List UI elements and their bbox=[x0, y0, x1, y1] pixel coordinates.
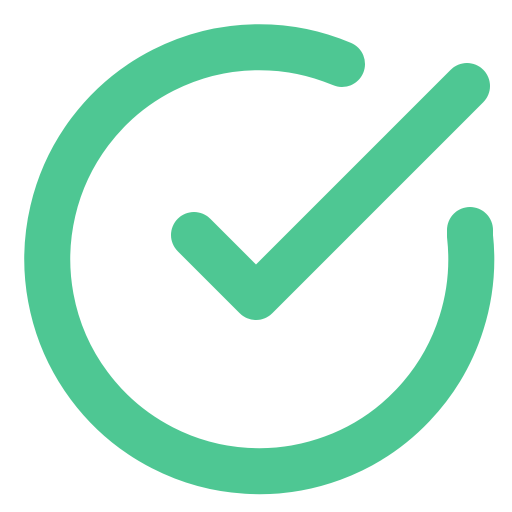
check-circle-icon bbox=[24, 24, 495, 495]
circle-arc bbox=[24, 24, 495, 495]
icon-canvas bbox=[0, 0, 512, 512]
checkmark bbox=[171, 63, 490, 320]
